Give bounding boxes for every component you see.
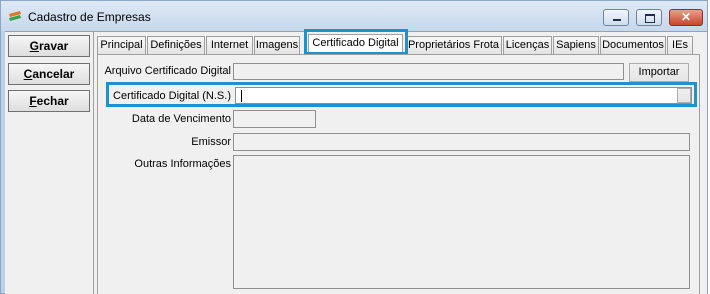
tab-licencas[interactable]: Licenças: [503, 36, 552, 54]
gravar-label: Gravar: [29, 39, 69, 53]
ns-label: Certificado Digital (N.S.): [113, 90, 231, 102]
maximize-icon: [637, 10, 661, 25]
fechar-label: Fechar: [29, 94, 69, 108]
ns-field[interactable]: [235, 87, 692, 104]
action-sidebar: Gravar Cancelar Fechar: [5, 32, 94, 294]
tab-certificado-digital[interactable]: Certificado Digital: [308, 34, 403, 56]
tab-ies[interactable]: IEs: [667, 36, 693, 54]
cancelar-label: Cancelar: [23, 67, 75, 81]
minimize-icon: [604, 10, 628, 25]
close-button[interactable]: ✕: [669, 9, 703, 26]
importar-label: Importar: [638, 66, 680, 78]
main-window: Cadastro de Empresas ✕ Gravar Cancelar F…: [0, 0, 708, 294]
outras-label: Outras Informações: [134, 158, 231, 170]
client-area: Gravar Cancelar Fechar Principal Definiç…: [5, 29, 707, 294]
tab-documentos[interactable]: Documentos: [600, 36, 666, 54]
maximize-button[interactable]: [636, 9, 662, 26]
text-caret: [241, 90, 242, 102]
tab-proprietarios-frota[interactable]: Proprietários Frota: [405, 36, 502, 54]
tab-label: Principal: [100, 39, 143, 51]
tab-label: Licenças: [505, 39, 550, 51]
close-icon: ✕: [680, 10, 692, 24]
tab-internet[interactable]: Internet: [206, 36, 253, 54]
title-bar[interactable]: Cadastro de Empresas ✕: [1, 1, 707, 31]
outras-field[interactable]: [233, 155, 690, 289]
app-icon: [9, 11, 21, 21]
tab-definicoes[interactable]: Definições: [147, 36, 205, 54]
tab-label: IEs: [672, 39, 688, 51]
tab-principal[interactable]: Principal: [97, 36, 146, 54]
tab-imagens[interactable]: Imagens: [254, 36, 300, 54]
tab-label: Sapiens: [556, 39, 596, 51]
tab-sapiens[interactable]: Sapiens: [553, 36, 599, 54]
minimize-button[interactable]: [603, 9, 629, 26]
tab-label: Certificado Digital: [312, 37, 399, 49]
vencimento-label: Data de Vencimento: [131, 113, 231, 125]
vencimento-field[interactable]: [233, 110, 316, 128]
emissor-field[interactable]: [233, 133, 690, 151]
tab-label: Proprietários Frota: [407, 39, 500, 51]
tab-panel-certificado: Arquivo Certificado Digital Importar Cer…: [97, 54, 700, 294]
ns-dropdown-button[interactable]: [677, 88, 691, 103]
cancelar-button[interactable]: Cancelar: [8, 63, 90, 85]
tab-label: Definições: [150, 39, 202, 51]
importar-button[interactable]: Importar: [629, 63, 689, 82]
window-title: Cadastro de Empresas: [28, 10, 151, 24]
arquivo-label: Arquivo Certificado Digital: [104, 65, 231, 77]
tab-label: Documentos: [602, 39, 664, 51]
tab-label: Imagens: [255, 39, 299, 51]
gravar-button[interactable]: Gravar: [8, 35, 90, 57]
tab-label: Internet: [210, 39, 249, 51]
fechar-button[interactable]: Fechar: [8, 90, 90, 112]
emissor-label: Emissor: [191, 136, 231, 148]
arquivo-field[interactable]: [233, 63, 624, 80]
